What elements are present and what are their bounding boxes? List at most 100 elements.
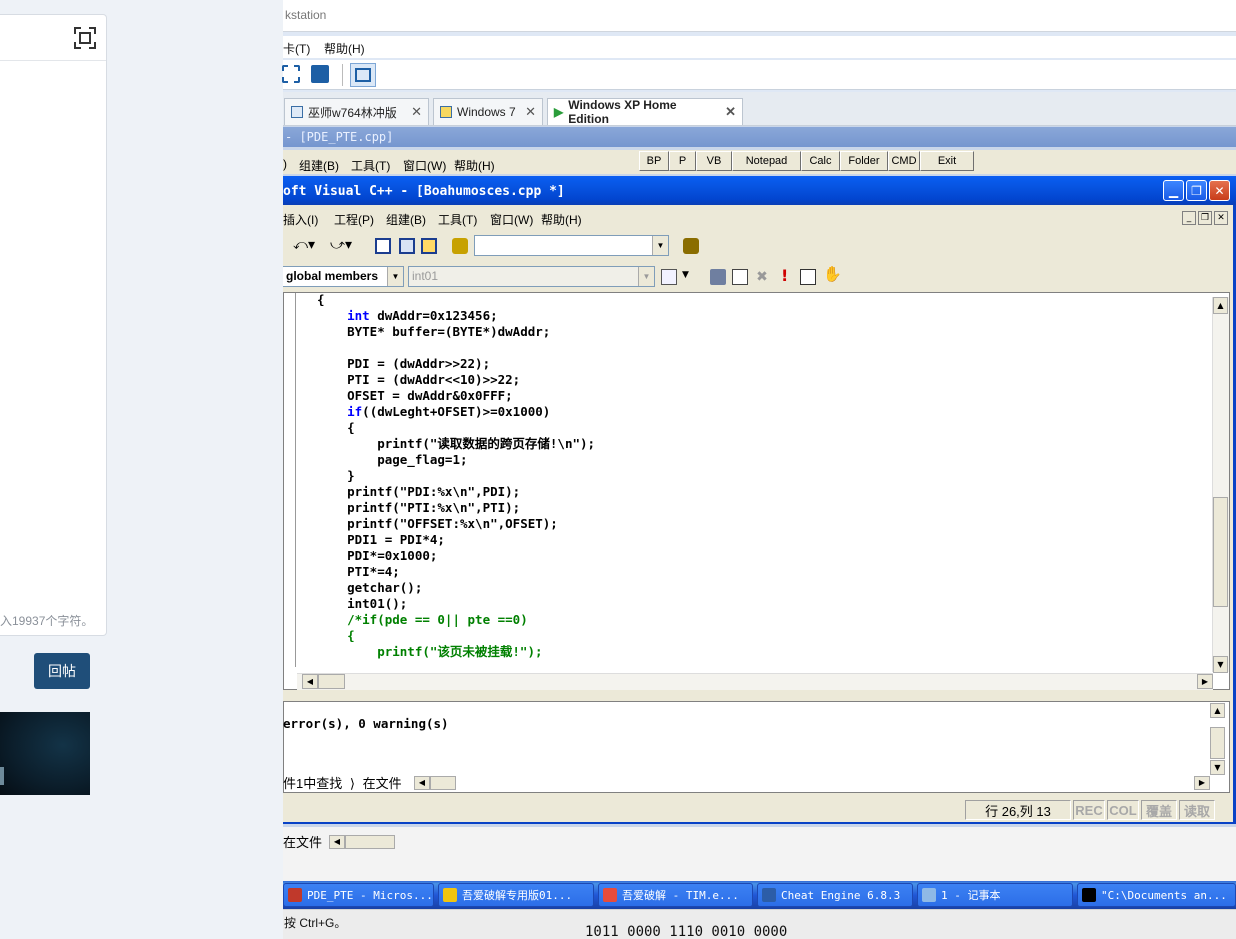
scroll-up-icon[interactable]: ▲ — [1213, 297, 1228, 314]
build-icon[interactable] — [732, 269, 748, 285]
p-button[interactable]: P — [669, 151, 696, 171]
taskbar-button[interactable]: 1 - 记事本 — [917, 883, 1073, 907]
outer-output-area — [283, 827, 1236, 881]
output-window-icon[interactable] — [399, 238, 415, 254]
scroll-down-icon[interactable]: ▼ — [1213, 656, 1228, 673]
tab-find-in-files-2[interactable]: 在文件 — [363, 776, 402, 791]
menu-window[interactable]: 窗口(W) — [490, 211, 533, 228]
app-icon — [443, 888, 457, 902]
calc-button[interactable]: Calc — [801, 151, 840, 171]
chevron-down-icon[interactable]: ▼ — [638, 267, 654, 286]
code-line: if((dwLeght+OFSET)>=0x1000) — [347, 404, 551, 419]
vmware-menu-help[interactable]: 帮助(H) — [324, 40, 365, 57]
chevron-down-icon[interactable]: ▼ — [387, 267, 403, 286]
code-line: { — [317, 292, 325, 307]
console-view-icon[interactable] — [311, 65, 329, 83]
menu-project[interactable]: 工程(P) — [334, 211, 374, 228]
code-line: OFSET = dwAddr&0x0FFF; — [317, 388, 513, 403]
outer-menu-tools[interactable]: 工具(T) — [351, 157, 390, 174]
find-combo[interactable]: ▼ — [474, 235, 669, 256]
scroll-left-icon[interactable]: ◀ — [414, 776, 430, 790]
taskbar-button[interactable]: Cheat Engine 6.8.3 — [757, 883, 913, 907]
bp-button[interactable]: BP — [639, 151, 669, 171]
close-icon[interactable]: ✕ — [517, 104, 536, 120]
taskbar-button[interactable]: 吾爱破解专用版01... — [438, 883, 594, 907]
close-icon[interactable]: ✕ — [403, 104, 422, 120]
menu-build[interactable]: 组建(B) — [386, 211, 426, 228]
app-icon — [762, 888, 776, 902]
close-icon[interactable]: ✕ — [717, 104, 736, 120]
tab-find-in-files[interactable]: 在文件 — [283, 835, 322, 850]
output-scroll-thumb[interactable] — [1210, 727, 1225, 759]
taskbar-button[interactable]: 吾爱破解 - TIM.e... — [598, 883, 753, 907]
cmd-button[interactable]: CMD — [888, 151, 920, 171]
folder-button[interactable]: Folder — [840, 151, 888, 171]
outer-menu-help[interactable]: 帮助(H) — [454, 157, 495, 174]
code-text[interactable]: { int dwAddr=0x123456; BYTE* buffer=(BYT… — [317, 292, 595, 660]
unity-view-button[interactable] — [350, 63, 376, 87]
tab-windows7[interactable]: Windows 7 ✕ — [433, 98, 543, 125]
fit-guest-icon[interactable] — [282, 65, 300, 83]
find-icon[interactable] — [683, 238, 699, 254]
undo-icon[interactable]: ⤺▾ — [293, 237, 315, 253]
breakpoint-hand-icon[interactable]: ✋ — [823, 265, 842, 283]
minimize-button[interactable]: ▁ — [1163, 180, 1184, 201]
tab-w764[interactable]: 巫师w764林冲版 ✕ — [284, 98, 429, 125]
go-icon[interactable] — [800, 269, 816, 285]
vmware-menu-tab[interactable]: 卡(T) — [283, 40, 310, 57]
mdi-close-button[interactable]: ✕ — [1214, 211, 1228, 225]
outer-menu-window[interactable]: 窗口(W) — [403, 157, 446, 174]
taskbar-button[interactable]: "C:\Documents an... — [1077, 883, 1236, 907]
reply-editor-panel[interactable] — [0, 14, 107, 636]
scroll-left-icon[interactable]: ◀ — [329, 835, 345, 849]
hscroll-thumb[interactable] — [318, 674, 345, 689]
chevron-down-icon[interactable]: ▼ — [652, 236, 668, 255]
wizard-action-icon[interactable] — [661, 269, 677, 285]
fullscreen-icon[interactable] — [72, 25, 98, 51]
tab-winxp[interactable]: ▶ Windows XP Home Edition ✕ — [547, 98, 743, 126]
editor-vertical-scrollbar[interactable] — [1212, 297, 1229, 672]
execute-icon[interactable]: ! — [781, 266, 788, 285]
tab-label: 巫师w764林冲版 — [308, 105, 397, 120]
tab-find-in-files-1[interactable]: 件1中查找 — [283, 776, 342, 791]
workspace-icon[interactable] — [375, 238, 391, 254]
chevron-down-icon[interactable]: ▼ — [682, 270, 689, 280]
scroll-up-icon[interactable]: ▲ — [1210, 703, 1225, 718]
outer-menu-item[interactable]: ) — [283, 157, 287, 171]
mdi-minimize-button[interactable]: _ — [1182, 211, 1196, 225]
stop-build-icon[interactable]: ✖ — [754, 269, 770, 285]
maximize-button[interactable]: ❐ — [1186, 180, 1207, 201]
output-hscroll-thumb[interactable] — [430, 776, 456, 790]
menu-help[interactable]: 帮助(H) — [541, 211, 582, 228]
outer-hscroll-thumb[interactable] — [345, 835, 395, 849]
scroll-left-icon[interactable]: ◀ — [302, 674, 318, 689]
function-combo[interactable]: int01 ▼ — [408, 266, 655, 287]
compile-icon[interactable] — [710, 269, 726, 285]
scroll-down-icon[interactable]: ▼ — [1210, 760, 1225, 775]
scroll-thumb[interactable] — [1213, 497, 1228, 607]
app-icon — [922, 888, 936, 902]
redo-icon[interactable]: ⤻▾ — [330, 237, 352, 253]
editor-gutter — [284, 293, 296, 667]
thumbnail-image[interactable] — [0, 712, 90, 795]
outer-menu-build[interactable]: 组建(B) — [299, 157, 339, 174]
find-in-files-icon[interactable] — [452, 238, 468, 254]
exit-button[interactable]: Exit — [920, 151, 974, 171]
close-button[interactable]: ✕ — [1209, 180, 1230, 201]
menu-tools[interactable]: 工具(T) — [438, 211, 477, 228]
vb-button[interactable]: VB — [696, 151, 732, 171]
editor-horizontal-scrollbar[interactable] — [297, 673, 1213, 690]
windows-list-icon[interactable] — [421, 238, 437, 254]
notepad-button[interactable]: Notepad — [732, 151, 801, 171]
mdi-restore-button[interactable]: ❐ — [1198, 211, 1212, 225]
taskbar-button[interactable]: PDE_PTE - Micros... — [283, 883, 434, 907]
scope-combo[interactable]: global members ▼ — [283, 266, 404, 287]
vmware-toolbar — [283, 60, 1236, 90]
scope-combo-value: global members — [286, 269, 379, 283]
menu-insert[interactable]: 插入(I) — [283, 211, 318, 228]
scroll-right-icon[interactable]: ▶ — [1194, 776, 1210, 790]
code-line: PTI = (dwAddr<<10)>>22; — [317, 372, 521, 387]
scroll-right-icon[interactable]: ▶ — [1197, 674, 1213, 689]
reply-button[interactable]: 回帖 — [34, 653, 90, 689]
